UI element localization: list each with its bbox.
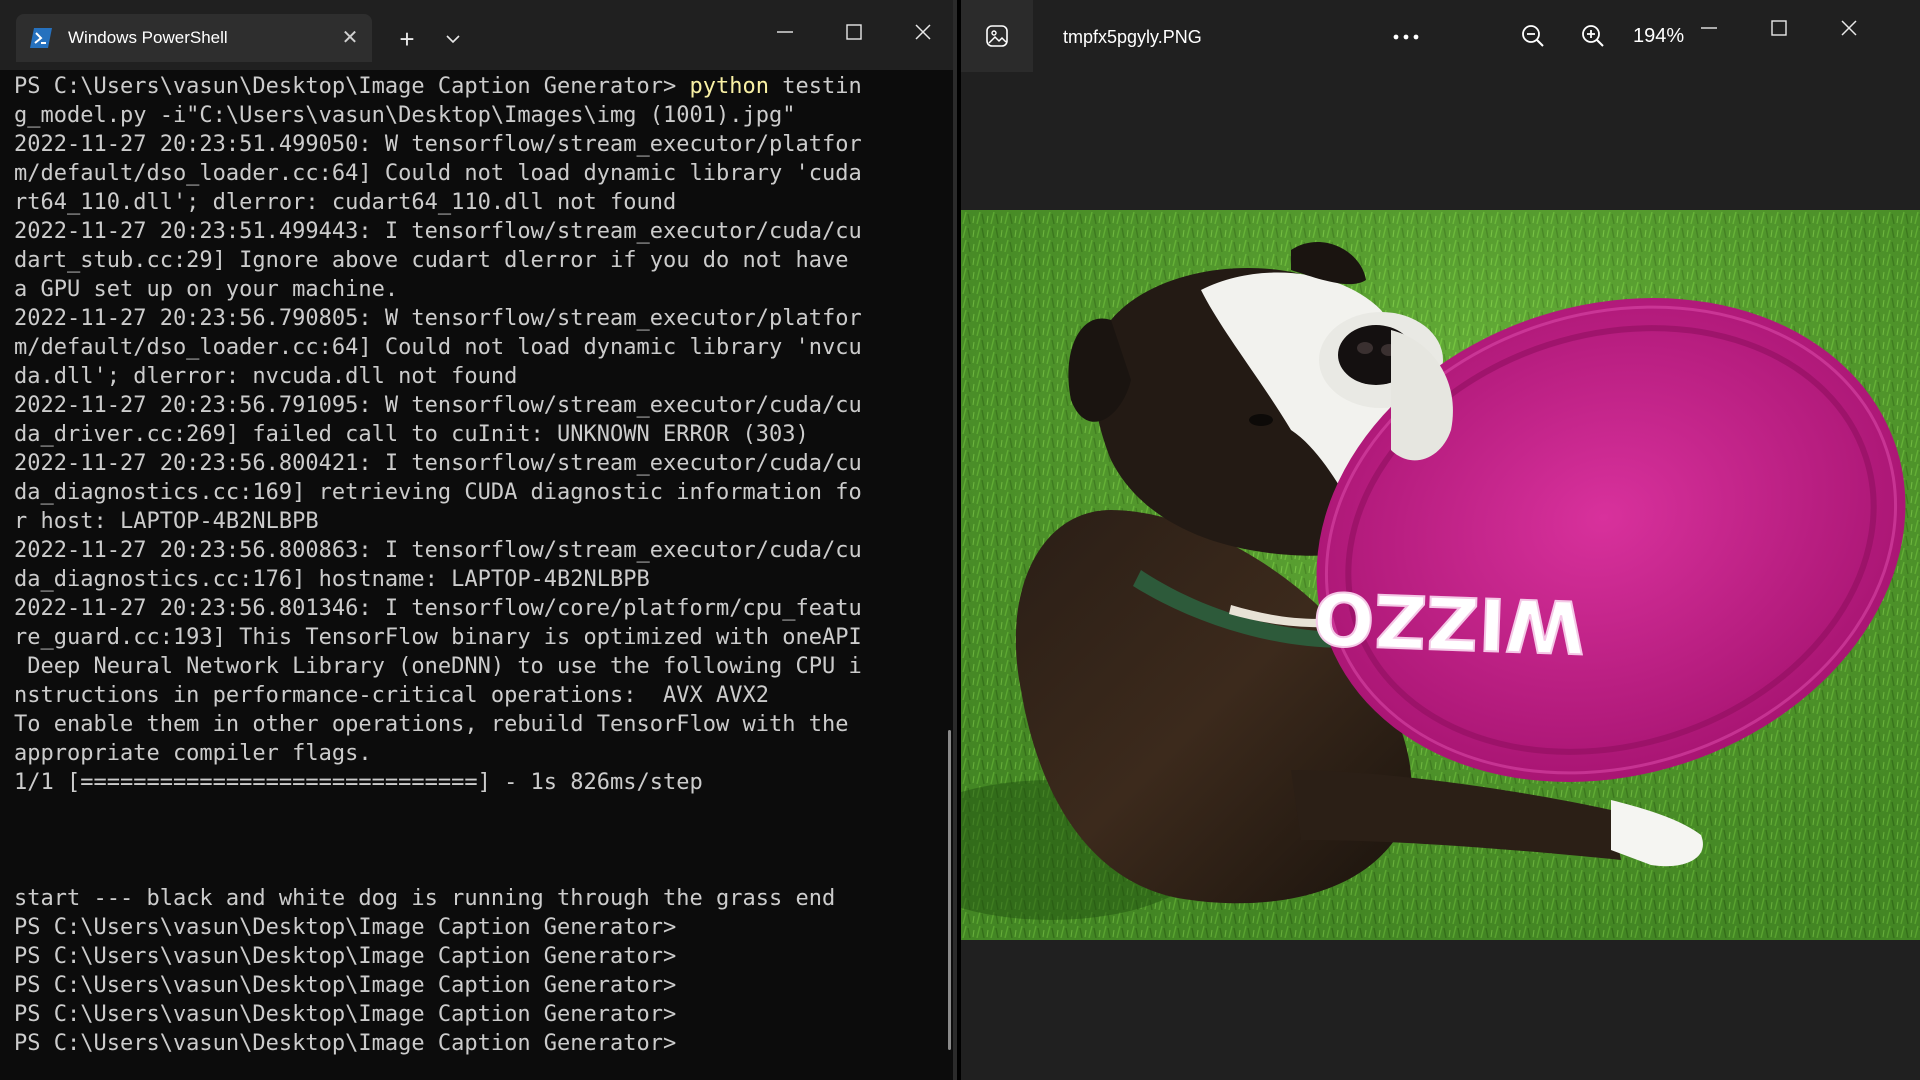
zoom-in-icon[interactable] — [1571, 18, 1615, 54]
scrollbar[interactable] — [948, 730, 951, 1050]
new-tab-button[interactable]: + — [382, 14, 432, 64]
viewer-toolbar: tmpfx5pgyly.PNG 194% — [961, 0, 1920, 72]
console-log: 2022-11-27 20:23:51.499050: W tensorflow… — [14, 132, 862, 1056]
maximize-icon[interactable] — [826, 8, 882, 56]
chevron-down-icon[interactable] — [428, 14, 478, 64]
tab-title: Windows PowerShell — [68, 28, 228, 47]
frisbee-logo: WIZZO — [1312, 576, 1587, 669]
powershell-icon — [30, 28, 52, 48]
close-icon[interactable] — [1821, 8, 1877, 52]
photos-app-icon[interactable] — [961, 0, 1033, 72]
terminal-output[interactable]: PS C:\Users\vasun\Desktop\Image Caption … — [14, 72, 944, 1072]
tab-windows-powershell[interactable]: Windows PowerShell ✕ — [16, 14, 372, 62]
terminal-window: Windows PowerShell ✕ + PS C:\Users\vasun… — [0, 0, 957, 1080]
maximize-icon[interactable] — [1751, 8, 1807, 52]
image-canvas[interactable]: WIZZO — [961, 210, 1920, 940]
close-icon[interactable]: ✕ — [336, 24, 364, 52]
prompt: PS C:\Users\vasun\Desktop\Image Caption … — [14, 74, 690, 99]
photo-viewer-window: tmpfx5pgyly.PNG 194% WIZZO — [961, 0, 1920, 1080]
command-word: python — [689, 74, 769, 99]
zoom-level[interactable]: 194% — [1633, 24, 1684, 48]
more-icon[interactable] — [1381, 18, 1431, 54]
zoom-out-icon[interactable] — [1511, 18, 1555, 54]
terminal-titlebar: Windows PowerShell ✕ + — [0, 0, 953, 70]
minimize-icon[interactable] — [757, 8, 813, 56]
photo-dog-with-frisbee: WIZZO — [961, 210, 1920, 940]
minimize-icon[interactable] — [1681, 8, 1737, 52]
close-icon[interactable] — [895, 8, 951, 56]
file-name: tmpfx5pgyly.PNG — [1063, 27, 1202, 47]
